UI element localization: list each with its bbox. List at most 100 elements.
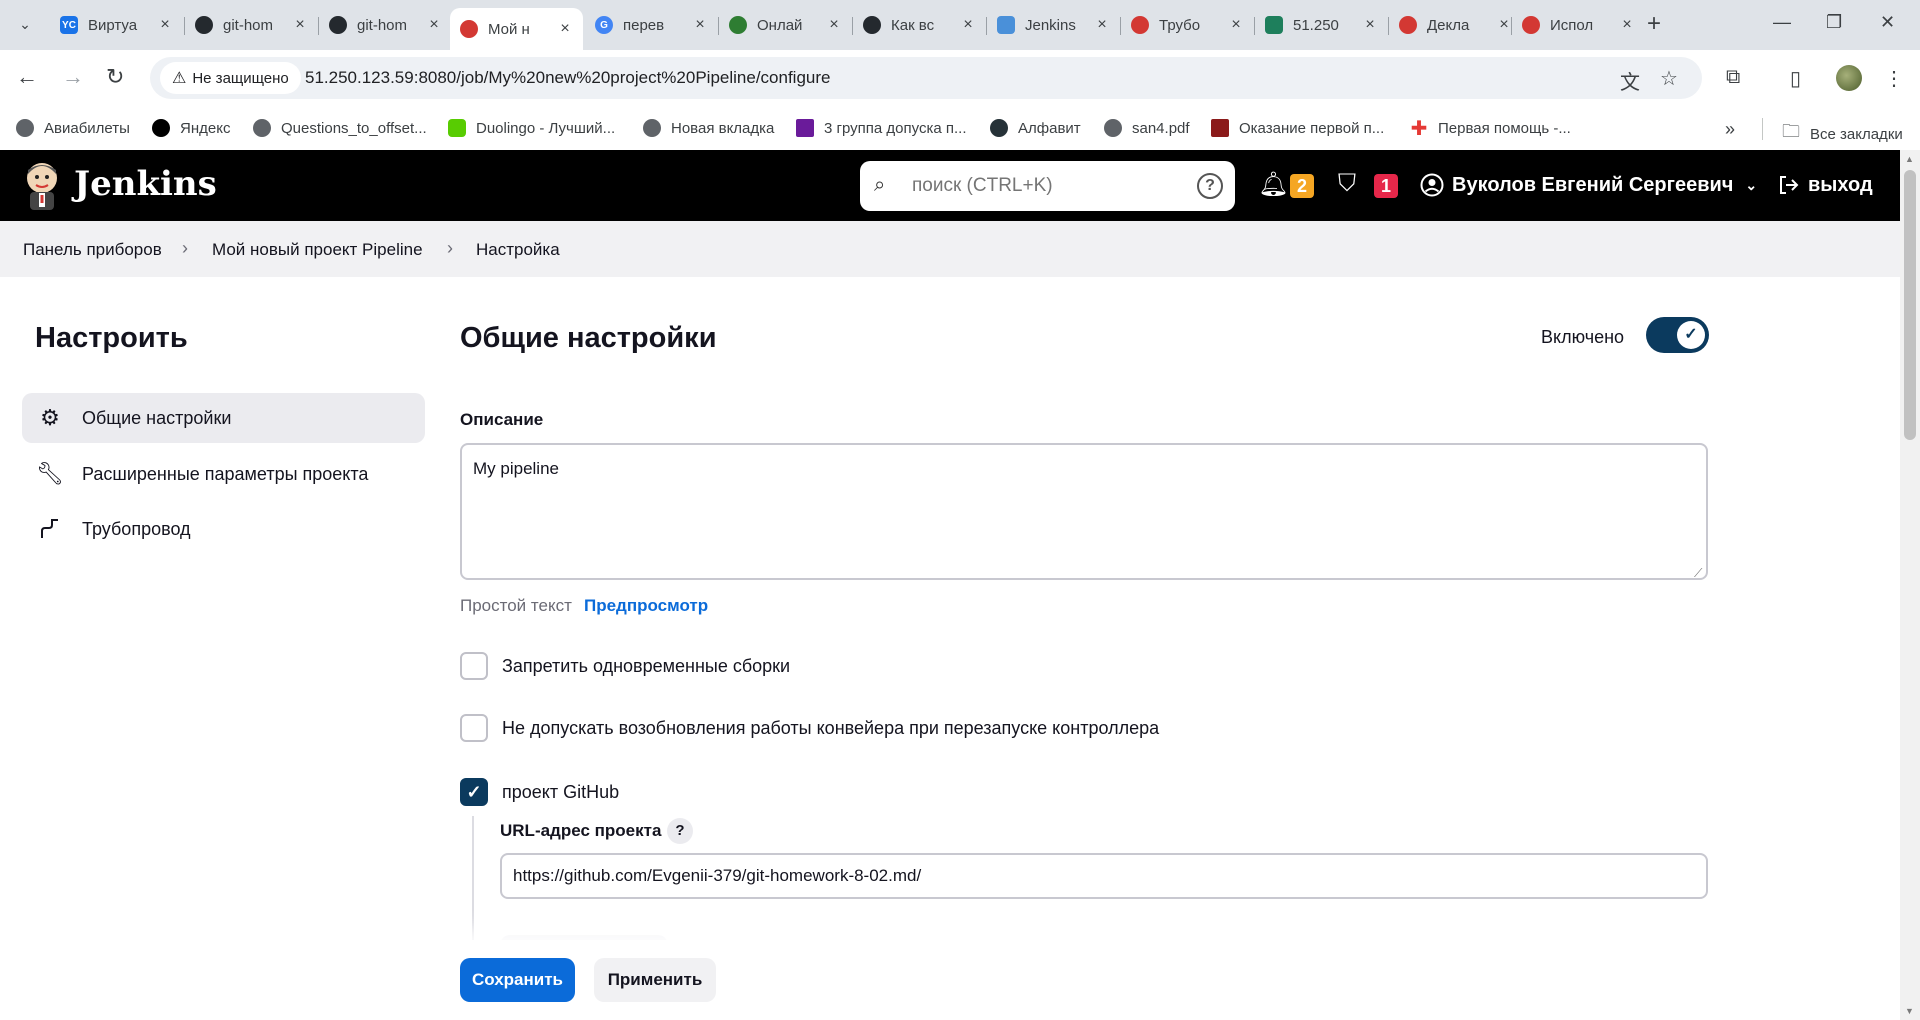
tab-title: Виртуа	[88, 16, 138, 34]
close-icon[interactable]: ×	[1094, 16, 1110, 34]
browser-tab[interactable]: Декла ×	[1389, 8, 1522, 42]
browser-tab[interactable]: Испол ×	[1512, 8, 1645, 42]
checkbox-row[interactable]: ✓ проект GitHub	[460, 778, 619, 806]
apply-button[interactable]: Применить	[594, 958, 716, 1002]
back-arrow-icon[interactable]: ←	[16, 66, 38, 88]
browser-profile-avatar[interactable]	[1836, 65, 1862, 91]
scroll-thumb[interactable]	[1904, 170, 1916, 440]
user-menu[interactable]: Вуколов Евгений Сергеевич ⌄	[1420, 173, 1757, 197]
scroll-up-icon[interactable]: ▲	[1905, 154, 1914, 164]
disable-resume-checkbox[interactable]	[460, 714, 488, 742]
logout-label[interactable]: выход	[1808, 174, 1873, 197]
jenkins-title[interactable]: Jenkins	[74, 164, 217, 204]
all-bookmarks-label: Все закладки	[1810, 125, 1903, 143]
bookmark-item[interactable]: Авиабилеты	[16, 119, 130, 137]
logout-button[interactable]: выход	[1776, 173, 1873, 197]
checkbox-label[interactable]: проект GitHub	[502, 782, 619, 803]
tab-search-button[interactable]: ⌄	[11, 10, 39, 38]
enabled-toggle[interactable]: ✓	[1646, 317, 1709, 353]
security-badge[interactable]: 1	[1374, 174, 1398, 198]
bookmark-item[interactable]: Новая вкладка	[643, 119, 774, 137]
browser-tab[interactable]: git-hom ×	[319, 8, 452, 42]
jenkins-search-box[interactable]: ⌕ ?	[860, 161, 1235, 211]
preview-link[interactable]: Предпросмотр	[584, 596, 708, 616]
close-icon[interactable]: ×	[826, 16, 842, 34]
bookmark-item[interactable]: ✚ Первая помощь -...	[1410, 117, 1571, 140]
translate-icon[interactable]: 文	[1620, 66, 1640, 95]
sidebar-item-pipeline[interactable]: Трубопровод	[22, 504, 425, 554]
github-project-checkbox[interactable]: ✓	[460, 778, 488, 806]
sidebar-item-general[interactable]: ⚙ Общие настройки	[22, 393, 425, 443]
side-panel-icon[interactable]: ▯	[1790, 66, 1801, 91]
close-icon[interactable]: ×	[692, 16, 708, 34]
forward-arrow-icon[interactable]: →	[62, 66, 84, 88]
bookmark-item[interactable]: Duolingo - Лучший...	[448, 119, 615, 137]
close-icon[interactable]: ×	[157, 16, 173, 34]
chevron-down-icon[interactable]: ⌄	[1745, 177, 1757, 194]
restore-icon[interactable]: ❐	[1826, 12, 1842, 33]
breadcrumb-dashboard[interactable]: Панель приборов	[23, 240, 162, 260]
save-button[interactable]: Сохранить	[460, 958, 575, 1002]
close-icon[interactable]: ×	[292, 16, 308, 34]
description-textarea[interactable]: My pipeline	[460, 443, 1708, 580]
close-icon[interactable]: ×	[1362, 16, 1378, 34]
tab-title: Трубо	[1159, 16, 1201, 34]
bookmark-item[interactable]: Алфавит	[990, 119, 1081, 137]
reload-icon[interactable]: ↻	[106, 66, 124, 88]
browser-tab[interactable]: git-hom ×	[185, 8, 318, 42]
breadcrumb-project[interactable]: Мой новый проект Pipeline	[212, 240, 423, 260]
user-name[interactable]: Вуколов Евгений Сергеевич	[1452, 174, 1733, 197]
close-icon[interactable]: ×	[1496, 16, 1512, 34]
bookmark-item[interactable]: san4.pdf	[1104, 119, 1190, 137]
browser-tab[interactable]: G перев ×	[585, 8, 718, 42]
address-bar[interactable]: ⚠ Не защищено 51.250.123.59:8080/job/My%…	[150, 57, 1702, 99]
bookmark-item[interactable]: 3 группа допуска п...	[796, 119, 967, 137]
red-cross-icon: ✚	[1410, 117, 1428, 140]
help-icon[interactable]: ?	[1197, 173, 1223, 199]
bell-icon[interactable]: 🔔︎	[1258, 170, 1288, 199]
checkbox-label[interactable]: Запретить одновременные сборки	[502, 656, 790, 677]
close-icon[interactable]: ×	[1619, 16, 1635, 34]
security-chip[interactable]: ⚠ Не защищено	[160, 62, 301, 94]
browser-tab[interactable]: Онлай ×	[719, 8, 852, 42]
sidebar-item-advanced[interactable]: 🔧︎ Расширенные параметры проекта	[22, 449, 425, 499]
close-window-icon[interactable]: ✕	[1880, 12, 1895, 33]
browser-tab[interactable]: 51.250 ×	[1255, 8, 1388, 42]
new-tab-button[interactable]: +	[1647, 12, 1661, 36]
bookmark-item[interactable]: Questions_to_offset...	[253, 119, 427, 137]
browser-tab[interactable]: Трубо ×	[1121, 8, 1254, 42]
close-icon[interactable]: ×	[426, 16, 442, 34]
close-icon[interactable]: ×	[960, 16, 976, 34]
disable-concurrent-builds-checkbox[interactable]	[460, 652, 488, 680]
browser-tab-active[interactable]: Мой н ×	[450, 8, 583, 50]
jenkins-logo[interactable]	[22, 160, 62, 210]
duolingo-icon	[448, 119, 466, 137]
browser-tab[interactable]: Как вс ×	[853, 8, 986, 42]
browser-tab[interactable]: YC Виртуа ×	[50, 8, 183, 42]
page-scrollbar[interactable]: ▲ ▼	[1900, 150, 1920, 1020]
help-icon[interactable]: ?	[667, 818, 693, 844]
checkbox-label[interactable]: Не допускать возобновления работы конвей…	[502, 718, 1159, 739]
shield-icon[interactable]: ⛉	[1338, 170, 1356, 198]
bookmark-item[interactable]: Яндекс	[152, 119, 230, 137]
extensions-icon[interactable]: ⧉	[1726, 66, 1740, 89]
minimize-icon[interactable]: —	[1773, 12, 1791, 33]
notifications-badge[interactable]: 2	[1290, 174, 1314, 198]
project-url-input[interactable]	[500, 853, 1708, 899]
close-icon[interactable]: ×	[1228, 16, 1244, 34]
checkbox-row[interactable]: Не допускать возобновления работы конвей…	[460, 714, 1159, 742]
all-bookmarks-button[interactable]: 🗀 Все закладки	[1782, 119, 1903, 149]
breadcrumb-configure[interactable]: Настройка	[476, 240, 560, 260]
resize-handle[interactable]: ⟋	[1694, 566, 1702, 581]
scroll-down-icon[interactable]: ▼	[1905, 1006, 1914, 1016]
search-input[interactable]	[912, 171, 1182, 201]
more-bookmarks-icon[interactable]: »	[1725, 119, 1735, 140]
close-icon[interactable]: ×	[557, 20, 573, 38]
checkbox-row[interactable]: Запретить одновременные сборки	[460, 652, 790, 680]
browser-menu-icon[interactable]: ⋮	[1884, 66, 1904, 91]
star-icon[interactable]: ☆	[1660, 66, 1678, 91]
browser-tab[interactable]: Jenkins ×	[987, 8, 1120, 42]
bookmark-item[interactable]: Оказание первой п...	[1211, 119, 1384, 137]
url-text[interactable]: 51.250.123.59:8080/job/My%20new%20projec…	[305, 68, 830, 88]
tab-title: git-hom	[357, 16, 408, 34]
